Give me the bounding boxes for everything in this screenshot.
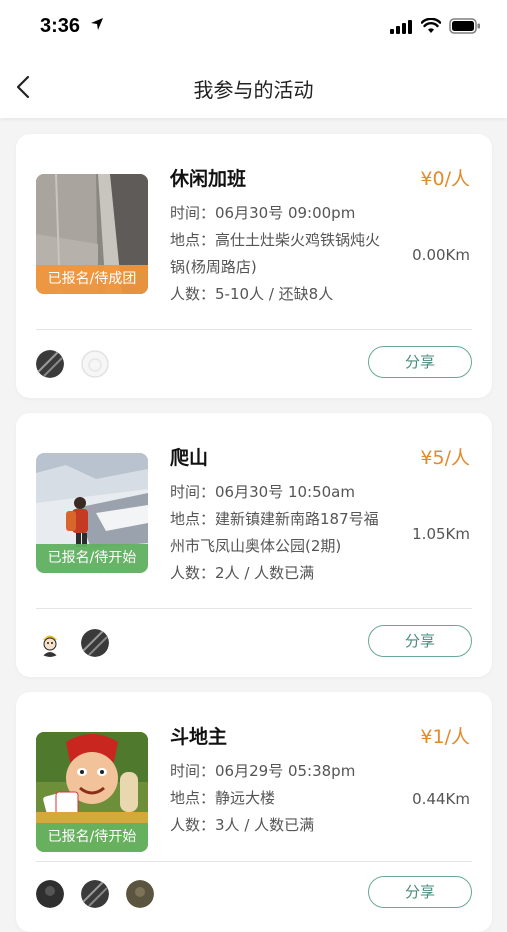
activity-address-row: 地点：建新镇建新南路187号福 <box>170 506 379 533</box>
participant-avatars <box>36 880 166 910</box>
avatar[interactable] <box>126 880 155 908</box>
activity-price: ¥5/人 <box>420 447 470 469</box>
activity-thumbnail: 已报名/待开始 <box>36 453 148 573</box>
place-label: 地点： <box>170 231 216 249</box>
activity-card[interactable]: 已报名/待开始 斗地主 ¥1/人 时间：06月29号 05:38pm 地点：静远… <box>16 692 492 932</box>
activity-people-row: 人数：5-10人 / 还缺8人 <box>170 281 333 308</box>
activity-time-row: 时间：06月30号 10:50am <box>170 479 355 506</box>
activity-distance: 0.00Km <box>412 246 470 264</box>
activity-address-row: 地点：高仕土灶柴火鸡铁锅炖火 <box>170 227 380 254</box>
people-label: 人数： <box>170 564 216 582</box>
activity-time-row: 时间：06月30号 09:00pm <box>170 200 355 227</box>
activity-address-cont: 州市飞凤山奥体公园(2期) <box>170 537 342 555</box>
avatar[interactable] <box>36 880 64 908</box>
battery-icon <box>449 18 480 34</box>
activity-address-cont: 锅(杨周路店) <box>170 258 257 276</box>
activity-people-row: 人数：2人 / 人数已满 <box>170 560 314 587</box>
activity-address-row-2: 锅(杨周路店) <box>170 254 257 281</box>
divider <box>36 329 472 330</box>
time-label: 时间： <box>170 483 216 501</box>
time-label: 时间： <box>170 762 216 780</box>
activity-time-row: 时间：06月29号 05:38pm <box>170 758 355 785</box>
nav-bar: 我参与的活动 <box>0 56 507 118</box>
page-title: 我参与的活动 <box>193 78 314 102</box>
avatar[interactable] <box>81 629 110 657</box>
share-button[interactable]: 分享 <box>368 346 472 378</box>
activity-time: 06月30号 10:50am <box>215 483 355 501</box>
activity-address-row-2: 州市飞凤山奥体公园(2期) <box>170 533 341 560</box>
divider <box>36 861 472 862</box>
place-label: 地点： <box>170 789 216 807</box>
divider <box>36 608 472 609</box>
time-label: 时间： <box>170 204 216 222</box>
activity-title: 斗地主 <box>170 726 228 748</box>
activity-address-row: 地点：静远大楼 <box>170 785 275 812</box>
activity-people-row: 人数：3人 / 人数已满 <box>170 812 314 839</box>
participant-avatars <box>36 350 121 380</box>
activity-time: 06月29号 05:38pm <box>215 762 356 780</box>
location-arrow-icon <box>91 18 103 30</box>
activity-distance: 0.44Km <box>412 790 470 808</box>
activity-people: 5-10人 / 还缺8人 <box>215 285 334 303</box>
activity-thumbnail: 已报名/待成团 <box>36 174 148 294</box>
activity-card[interactable]: 已报名/待成团 休闲加班 ¥0/人 时间：06月30号 09:00pm 地点：高… <box>16 134 492 398</box>
status-badge: 已报名/待开始 <box>36 823 148 852</box>
status-badge: 已报名/待成团 <box>36 265 148 294</box>
people-label: 人数： <box>170 285 216 303</box>
avatar[interactable] <box>36 350 64 378</box>
avatar[interactable] <box>81 880 110 908</box>
activity-people: 2人 / 人数已满 <box>215 564 315 582</box>
avatar[interactable] <box>36 629 64 657</box>
avatar[interactable] <box>81 350 109 378</box>
activity-price: ¥0/人 <box>420 168 470 190</box>
activity-address: 建新镇建新南路187号福 <box>215 510 379 528</box>
share-button[interactable]: 分享 <box>368 625 472 657</box>
activity-title: 休闲加班 <box>170 168 247 190</box>
people-label: 人数： <box>170 816 216 834</box>
status-badge: 已报名/待开始 <box>36 544 148 573</box>
status-time: 3:36 <box>40 15 81 37</box>
activity-address: 静远大楼 <box>215 789 276 807</box>
wifi-icon <box>421 18 441 33</box>
activity-people: 3人 / 人数已满 <box>215 816 315 834</box>
activity-distance: 1.05Km <box>412 525 470 543</box>
activity-address: 高仕土灶柴火鸡铁锅炖火 <box>215 231 381 249</box>
activity-thumbnail: 已报名/待开始 <box>36 732 148 852</box>
activity-price: ¥1/人 <box>420 726 470 748</box>
cellular-signal-icon <box>390 20 412 34</box>
activity-time: 06月30号 09:00pm <box>215 204 356 222</box>
place-label: 地点： <box>170 510 216 528</box>
participant-avatars <box>36 629 121 659</box>
activity-card[interactable]: 已报名/待开始 爬山 ¥5/人 时间：06月30号 10:50am 地点：建新镇… <box>16 413 492 677</box>
status-bar: 3:36 <box>0 0 507 56</box>
share-button[interactable]: 分享 <box>368 876 472 908</box>
activity-title: 爬山 <box>170 447 209 469</box>
